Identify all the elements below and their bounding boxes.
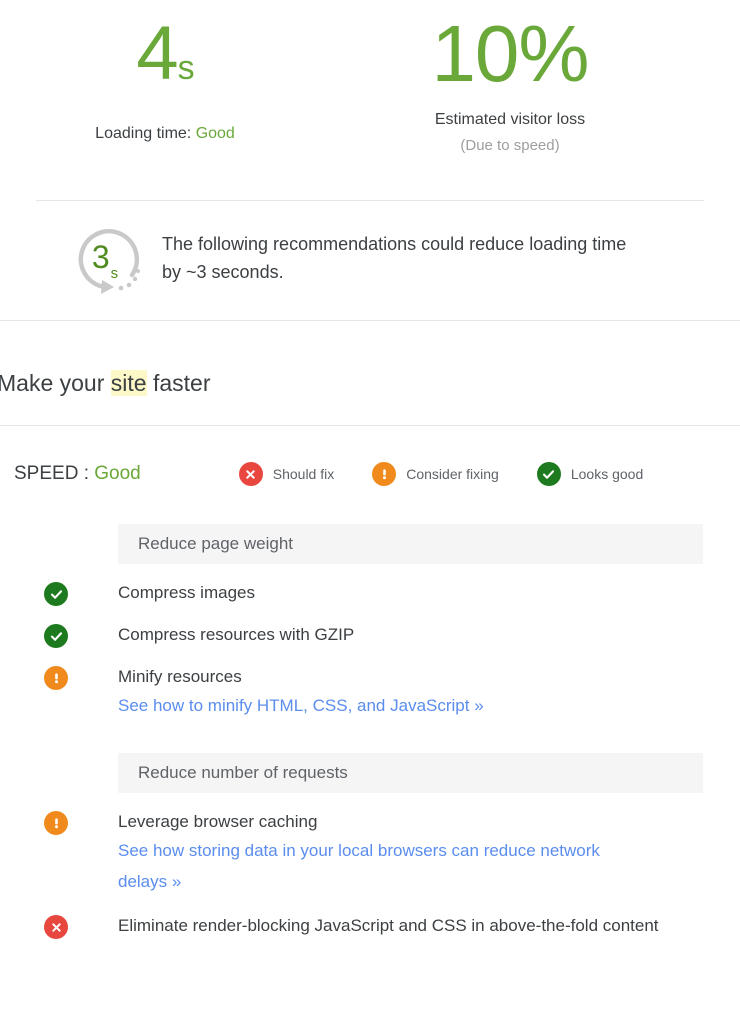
recommendation-body: Minify resourcesSee how to minify HTML, … xyxy=(118,664,484,721)
recommendation-summary-text: The following recommendations could redu… xyxy=(162,230,632,286)
visitor-loss-subcaption: (Due to speed) xyxy=(330,136,690,156)
group-header: Reduce page weight xyxy=(118,524,703,564)
recommendation-status-cell xyxy=(0,580,118,606)
reduction-dial-label: 3s xyxy=(66,218,144,296)
visitor-loss-caption: Estimated visitor loss xyxy=(330,110,690,130)
group-spacer xyxy=(0,721,740,753)
loading-time-status: Good xyxy=(196,125,235,142)
reduction-dial-value: 3 xyxy=(92,241,110,273)
error-circle-icon xyxy=(239,462,263,486)
recommendation-status-cell xyxy=(0,622,118,648)
recommendation-status-cell xyxy=(0,913,118,939)
recommendation-item: Minify resourcesSee how to minify HTML, … xyxy=(0,648,740,721)
recommendation-item: Compress resources with GZIP xyxy=(0,606,740,648)
score-summary: 4s Loading time: Good 10% Estimated visi… xyxy=(0,0,740,156)
loading-time-caption-prefix: Loading time: xyxy=(95,125,196,142)
speed-score-value: Good xyxy=(94,463,140,484)
page-title-highlight: site xyxy=(111,370,147,396)
group-header: Reduce number of requests xyxy=(118,753,703,793)
recommendation-link[interactable]: See how to minify HTML, CSS, and JavaScr… xyxy=(118,690,484,721)
speed-score-label: SPEED : xyxy=(14,463,89,484)
warning-circle-icon xyxy=(44,811,68,835)
recommendation-status-cell xyxy=(0,664,118,690)
legend-item-should-fix: Should fix xyxy=(239,462,334,486)
visitor-loss-metric: 10% Estimated visitor loss (Due to speed… xyxy=(330,8,690,156)
loading-time-caption: Loading time: Good xyxy=(0,124,330,144)
page-title: Make your site faster xyxy=(0,368,210,398)
reduction-dial-unit: s xyxy=(110,258,119,296)
reduction-dial: 3s xyxy=(66,218,162,298)
page-title-before: Make your xyxy=(0,370,111,396)
warning-circle-icon xyxy=(44,666,68,690)
check-circle-icon xyxy=(537,462,561,486)
recommendation-list: Reduce page weight Compress images Compres… xyxy=(0,524,740,939)
recommendation-title: Compress resources with GZIP xyxy=(118,622,354,648)
legend-label-looks-good: Looks good xyxy=(571,466,643,482)
recommendation-item: Leverage browser cachingSee how storing … xyxy=(0,793,740,897)
divider-top xyxy=(36,200,704,201)
recommendation-link[interactable]: See how storing data in your local brows… xyxy=(118,835,618,897)
recommendation-title: Minify resources xyxy=(118,664,484,690)
recommendation-title: Eliminate render-blocking JavaScript and… xyxy=(118,913,659,939)
check-circle-icon xyxy=(44,624,68,648)
visitor-loss-value: 10% xyxy=(330,8,690,100)
recommendation-summary: 3s The following recommendations could r… xyxy=(0,218,740,298)
recommendation-title: Compress images xyxy=(118,580,255,606)
loading-time-number: 4 xyxy=(136,11,177,96)
loading-time-value: 4s xyxy=(0,8,330,114)
divider-above-heading xyxy=(0,320,740,321)
recommendation-body: Compress images xyxy=(118,580,255,606)
legend-item-looks-good: Looks good xyxy=(537,462,643,486)
legend-item-consider-fixing: Consider fixing xyxy=(372,462,499,486)
legend-label-should-fix: Should fix xyxy=(273,466,334,482)
status-legend: Should fix Consider fixing Looks good xyxy=(239,462,644,486)
recommendation-body: Eliminate render-blocking JavaScript and… xyxy=(118,913,659,939)
recommendation-item: Eliminate render-blocking JavaScript and… xyxy=(0,897,740,939)
divider-below-heading xyxy=(0,425,740,426)
legend-label-consider-fixing: Consider fixing xyxy=(406,466,499,482)
loading-time-metric: 4s Loading time: Good xyxy=(0,8,330,156)
speed-score: SPEED : Good xyxy=(14,463,141,485)
error-circle-icon xyxy=(44,915,68,939)
page-title-after: faster xyxy=(147,370,211,396)
warning-circle-icon xyxy=(372,462,396,486)
recommendation-body: Compress resources with GZIP xyxy=(118,622,354,648)
speed-legend-row: SPEED : Good Should fix Consider fixing … xyxy=(0,458,740,490)
recommendation-body: Leverage browser cachingSee how storing … xyxy=(118,809,618,897)
loading-time-unit: s xyxy=(178,49,194,87)
recommendation-title: Leverage browser caching xyxy=(118,809,618,835)
recommendation-status-cell xyxy=(0,809,118,835)
check-circle-icon xyxy=(44,582,68,606)
recommendation-item: Compress images xyxy=(0,564,740,606)
